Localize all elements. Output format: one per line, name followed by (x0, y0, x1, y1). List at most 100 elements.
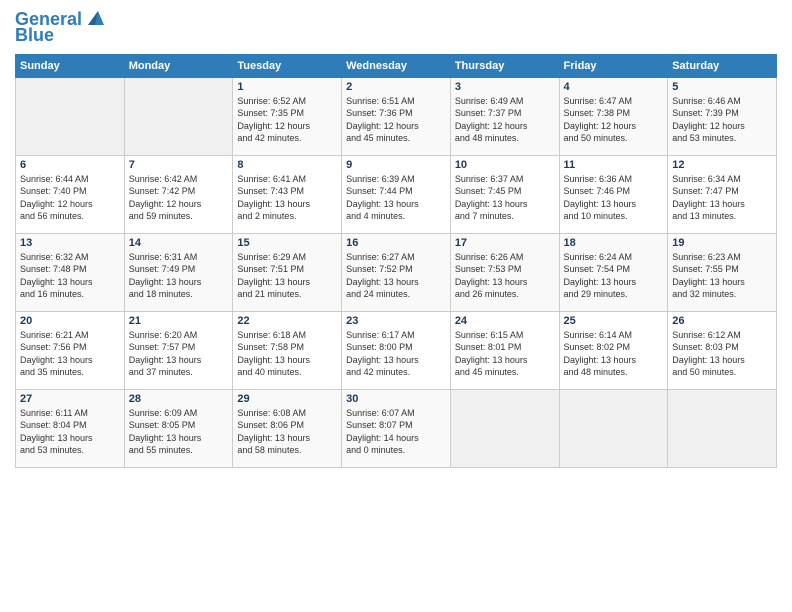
cell-info: Sunrise: 6:46 AM Sunset: 7:39 PM Dayligh… (672, 95, 772, 145)
calendar-cell: 7 Sunrise: 6:42 AM Sunset: 7:42 PM Daylig… (124, 155, 233, 233)
calendar-cell: 9 Sunrise: 6:39 AM Sunset: 7:44 PM Daylig… (342, 155, 451, 233)
cell-info: Sunrise: 6:27 AM Sunset: 7:52 PM Dayligh… (346, 251, 446, 301)
cell-info: Sunrise: 6:32 AM Sunset: 7:48 PM Dayligh… (20, 251, 120, 301)
cell-info: Sunrise: 6:14 AM Sunset: 8:02 PM Dayligh… (564, 329, 664, 379)
calendar-cell: 2 Sunrise: 6:51 AM Sunset: 7:36 PM Daylig… (342, 77, 451, 155)
day-number: 13 (20, 237, 120, 249)
cell-info: Sunrise: 6:39 AM Sunset: 7:44 PM Dayligh… (346, 173, 446, 223)
day-number: 8 (237, 159, 337, 171)
cell-info: Sunrise: 6:41 AM Sunset: 7:43 PM Dayligh… (237, 173, 337, 223)
calendar-cell: 8 Sunrise: 6:41 AM Sunset: 7:43 PM Daylig… (233, 155, 342, 233)
calendar-cell: 11 Sunrise: 6:36 AM Sunset: 7:46 PM Dayli… (559, 155, 668, 233)
cell-info: Sunrise: 6:12 AM Sunset: 8:03 PM Dayligh… (672, 329, 772, 379)
day-header: Thursday (450, 54, 559, 77)
day-number: 29 (237, 393, 337, 405)
day-number: 2 (346, 81, 446, 93)
calendar-cell: 4 Sunrise: 6:47 AM Sunset: 7:38 PM Daylig… (559, 77, 668, 155)
day-number: 15 (237, 237, 337, 249)
calendar-cell: 25 Sunrise: 6:14 AM Sunset: 8:02 PM Dayli… (559, 311, 668, 389)
cell-info: Sunrise: 6:37 AM Sunset: 7:45 PM Dayligh… (455, 173, 555, 223)
cell-info: Sunrise: 6:44 AM Sunset: 7:40 PM Dayligh… (20, 173, 120, 223)
calendar-cell: 29 Sunrise: 6:08 AM Sunset: 8:06 PM Dayli… (233, 389, 342, 467)
cell-info: Sunrise: 6:49 AM Sunset: 7:37 PM Dayligh… (455, 95, 555, 145)
calendar-cell (668, 389, 777, 467)
day-number: 7 (129, 159, 229, 171)
day-number: 14 (129, 237, 229, 249)
day-number: 17 (455, 237, 555, 249)
calendar-cell: 6 Sunrise: 6:44 AM Sunset: 7:40 PM Daylig… (16, 155, 125, 233)
calendar-table: SundayMondayTuesdayWednesdayThursdayFrid… (15, 54, 777, 468)
cell-info: Sunrise: 6:20 AM Sunset: 7:57 PM Dayligh… (129, 329, 229, 379)
calendar-cell: 15 Sunrise: 6:29 AM Sunset: 7:51 PM Dayli… (233, 233, 342, 311)
calendar-cell: 28Sunrise: 6:09 AM Sunset: 8:05 PM Dayli… (124, 389, 233, 467)
cell-info: Sunrise: 6:24 AM Sunset: 7:54 PM Dayligh… (564, 251, 664, 301)
calendar-cell: 21 Sunrise: 6:20 AM Sunset: 7:57 PM Dayli… (124, 311, 233, 389)
day-number: 28 (129, 393, 229, 405)
calendar-cell: 1 Sunrise: 6:52 AM Sunset: 7:35 PM Daylig… (233, 77, 342, 155)
day-number: 30 (346, 393, 446, 405)
calendar-cell: 12 Sunrise: 6:34 AM Sunset: 7:47 PM Dayli… (668, 155, 777, 233)
day-number: 27 (20, 393, 120, 405)
day-number: 23 (346, 315, 446, 327)
cell-info: Sunrise: 6:08 AM Sunset: 8:06 PM Dayligh… (237, 407, 337, 457)
cell-info: Sunrise: 6:34 AM Sunset: 7:47 PM Dayligh… (672, 173, 772, 223)
day-header: Sunday (16, 54, 125, 77)
day-header: Tuesday (233, 54, 342, 77)
calendar-cell: 22Sunrise: 6:18 AM Sunset: 7:58 PM Dayli… (233, 311, 342, 389)
day-number: 1 (237, 81, 337, 93)
calendar-cell (450, 389, 559, 467)
day-number: 18 (564, 237, 664, 249)
calendar-cell: 5 Sunrise: 6:46 AM Sunset: 7:39 PM Daylig… (668, 77, 777, 155)
calendar-cell: 16 Sunrise: 6:27 AM Sunset: 7:52 PM Dayli… (342, 233, 451, 311)
cell-info: Sunrise: 6:07 AM Sunset: 8:07 PM Dayligh… (346, 407, 446, 457)
cell-info: Sunrise: 6:42 AM Sunset: 7:42 PM Dayligh… (129, 173, 229, 223)
day-number: 12 (672, 159, 772, 171)
calendar-cell: 26 Sunrise: 6:12 AM Sunset: 8:03 PM Dayli… (668, 311, 777, 389)
logo: General Blue (15, 10, 106, 46)
day-number: 26 (672, 315, 772, 327)
day-number: 20 (20, 315, 120, 327)
cell-info: Sunrise: 6:21 AM Sunset: 7:56 PM Dayligh… (20, 329, 120, 379)
day-header: Saturday (668, 54, 777, 77)
day-number: 3 (455, 81, 555, 93)
calendar-cell: 18 Sunrise: 6:24 AM Sunset: 7:54 PM Dayli… (559, 233, 668, 311)
cell-info: Sunrise: 6:11 AM Sunset: 8:04 PM Dayligh… (20, 407, 120, 457)
cell-info: Sunrise: 6:31 AM Sunset: 7:49 PM Dayligh… (129, 251, 229, 301)
calendar-cell: 17 Sunrise: 6:26 AM Sunset: 7:53 PM Dayli… (450, 233, 559, 311)
calendar-cell: 19 Sunrise: 6:23 AM Sunset: 7:55 PM Dayli… (668, 233, 777, 311)
calendar-cell: 27 Sunrise: 6:11 AM Sunset: 8:04 PM Dayli… (16, 389, 125, 467)
cell-info: Sunrise: 6:29 AM Sunset: 7:51 PM Dayligh… (237, 251, 337, 301)
day-number: 9 (346, 159, 446, 171)
cell-info: Sunrise: 6:17 AM Sunset: 8:00 PM Dayligh… (346, 329, 446, 379)
day-number: 25 (564, 315, 664, 327)
calendar-cell: 30 Sunrise: 6:07 AM Sunset: 8:07 PM Dayli… (342, 389, 451, 467)
day-header: Monday (124, 54, 233, 77)
cell-info: Sunrise: 6:23 AM Sunset: 7:55 PM Dayligh… (672, 251, 772, 301)
logo-icon (84, 7, 106, 29)
day-number: 5 (672, 81, 772, 93)
cell-info: Sunrise: 6:51 AM Sunset: 7:36 PM Dayligh… (346, 95, 446, 145)
calendar-cell: 24 Sunrise: 6:15 AM Sunset: 8:01 PM Dayli… (450, 311, 559, 389)
calendar-cell: 20 Sunrise: 6:21 AM Sunset: 7:56 PM Dayli… (16, 311, 125, 389)
day-number: 11 (564, 159, 664, 171)
calendar-cell: 14 Sunrise: 6:31 AM Sunset: 7:49 PM Dayli… (124, 233, 233, 311)
day-number: 24 (455, 315, 555, 327)
day-header: Wednesday (342, 54, 451, 77)
cell-info: Sunrise: 6:52 AM Sunset: 7:35 PM Dayligh… (237, 95, 337, 145)
calendar-cell: 10 Sunrise: 6:37 AM Sunset: 7:45 PM Dayli… (450, 155, 559, 233)
calendar-cell: 3 Sunrise: 6:49 AM Sunset: 7:37 PM Daylig… (450, 77, 559, 155)
cell-info: Sunrise: 6:47 AM Sunset: 7:38 PM Dayligh… (564, 95, 664, 145)
calendar-cell (124, 77, 233, 155)
cell-info: Sunrise: 6:15 AM Sunset: 8:01 PM Dayligh… (455, 329, 555, 379)
day-number: 6 (20, 159, 120, 171)
day-header: Friday (559, 54, 668, 77)
day-number: 21 (129, 315, 229, 327)
day-number: 19 (672, 237, 772, 249)
day-number: 10 (455, 159, 555, 171)
day-number: 16 (346, 237, 446, 249)
calendar-cell (559, 389, 668, 467)
cell-info: Sunrise: 6:36 AM Sunset: 7:46 PM Dayligh… (564, 173, 664, 223)
day-number: 4 (564, 81, 664, 93)
cell-info: Sunrise: 6:18 AM Sunset: 7:58 PM Dayligh… (237, 329, 337, 379)
cell-info: Sunrise: 6:26 AM Sunset: 7:53 PM Dayligh… (455, 251, 555, 301)
